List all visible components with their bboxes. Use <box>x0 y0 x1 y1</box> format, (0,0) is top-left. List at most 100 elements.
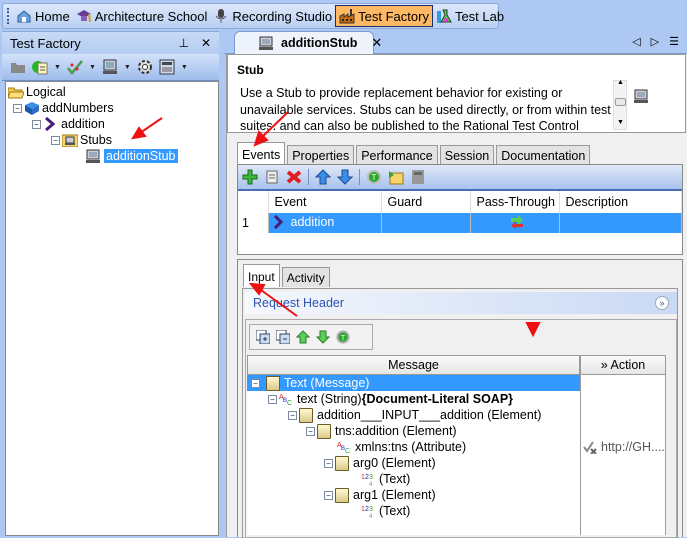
request-header-section[interactable]: Request Header » <box>245 292 677 314</box>
tab-session[interactable]: Session <box>439 145 495 165</box>
editor-tab-additionstub[interactable]: additionStub ✕ <box>234 31 382 54</box>
new-document-icon[interactable] <box>32 59 48 75</box>
dropdown-arrow-icon[interactable]: ▼ <box>181 64 188 71</box>
table-row[interactable]: 1 addition <box>238 213 682 233</box>
scroll-thumb[interactable] <box>615 98 626 106</box>
column-description[interactable]: Description <box>559 191 682 213</box>
message-node[interactable]: − arg1 (Element) <box>324 487 436 503</box>
svg-text:T: T <box>341 335 346 342</box>
perspective-architecture-school-button[interactable]: Architecture School <box>73 5 211 27</box>
expand-all-icon[interactable] <box>255 329 271 345</box>
tree-node-stubs[interactable]: − Stubs <box>51 132 112 148</box>
tree-node-logical[interactable]: Logical <box>7 84 66 100</box>
tab-performance[interactable]: Performance <box>356 145 438 165</box>
next-tab-icon[interactable]: ▷ <box>651 35 659 48</box>
expand-section-icon[interactable]: » <box>655 296 669 310</box>
tab-events[interactable]: Events <box>237 142 286 165</box>
column-message[interactable]: Message <box>247 355 580 375</box>
move-down-icon[interactable] <box>336 169 354 185</box>
collapse-toggle[interactable]: − <box>306 426 315 436</box>
tab-documentation[interactable]: Documentation <box>496 145 591 165</box>
collapse-toggle[interactable]: − <box>324 490 333 500</box>
add-icon[interactable] <box>242 169 258 185</box>
event-detail-tabs: Input Activity <box>243 264 332 287</box>
message-node[interactable]: − ABC text (String) {Document-Literal SO… <box>268 391 513 407</box>
scroll-up-icon[interactable]: ▲ <box>617 79 624 86</box>
collapse-toggle[interactable]: − <box>268 394 277 404</box>
close-icon[interactable]: ✕ <box>201 36 211 50</box>
close-tab-icon[interactable]: ✕ <box>371 35 382 51</box>
calculator-icon[interactable] <box>159 59 175 75</box>
collapse-toggle[interactable]: − <box>51 135 60 145</box>
move-up-icon[interactable] <box>295 330 311 344</box>
collapse-all-icon[interactable] <box>275 329 291 345</box>
pass-through-icon <box>510 214 523 229</box>
svg-text:T: T <box>372 173 377 182</box>
tree-node-addition[interactable]: − addition <box>32 116 105 132</box>
tree-node-addnumbers[interactable]: − addNumbers <box>13 100 114 116</box>
request-header-label: Request Header <box>253 296 345 310</box>
description-scrollbar[interactable]: ▲ ▼ <box>613 79 627 130</box>
test-icon[interactable]: T <box>336 330 350 344</box>
tab-properties[interactable]: Properties <box>287 145 355 165</box>
gear-icon[interactable] <box>137 59 153 75</box>
collapse-toggle[interactable]: − <box>13 103 22 113</box>
perspective-bar: Home Architecture School Recording Studi… <box>0 0 687 31</box>
pass-through-cell[interactable] <box>470 213 560 233</box>
move-up-icon[interactable] <box>314 169 332 185</box>
number-1234-icon: 1234 <box>361 504 375 520</box>
dropdown-arrow-icon[interactable]: ▼ <box>124 64 131 71</box>
computer-icon[interactable] <box>102 59 118 75</box>
tab-input[interactable]: Input <box>243 264 280 287</box>
test-icon[interactable]: T <box>366 169 382 185</box>
previous-tab-icon[interactable]: ◁ <box>632 35 640 48</box>
message-node[interactable]: − tns:addition (Element) <box>306 423 457 439</box>
checkmark-disabled-icon <box>583 440 597 455</box>
message-editor: T Message » Action − Text (Message) − AB… <box>245 319 677 538</box>
dropdown-arrow-icon[interactable]: ▼ <box>54 64 61 71</box>
svg-text:4: 4 <box>369 514 373 519</box>
toolbar-separator <box>308 169 309 185</box>
perspective-test-lab-button[interactable]: Test Lab <box>433 5 507 27</box>
message-node[interactable]: ABC xmlns:tns (Attribute) <box>337 439 466 455</box>
collapse-toggle[interactable]: − <box>324 458 333 468</box>
tree-node-additionstub[interactable]: additionStub <box>86 148 178 164</box>
copy-icon[interactable] <box>264 169 280 185</box>
perspective-recording-studio-button[interactable]: Recording Studio <box>210 5 335 27</box>
checkmark-icon[interactable] <box>66 59 83 75</box>
column-guard[interactable]: Guard <box>381 191 471 213</box>
column-action[interactable]: » Action <box>580 355 666 375</box>
perspective-home-button[interactable]: Home <box>13 5 73 27</box>
message-node[interactable]: 1234 (Text) <box>361 503 410 520</box>
document-icon <box>335 455 349 471</box>
message-node-root[interactable]: − Text (Message) <box>247 375 580 391</box>
collapse-toggle[interactable]: − <box>251 378 260 388</box>
description-cell[interactable] <box>559 213 682 233</box>
guard-cell[interactable] <box>381 213 471 233</box>
folder-icon[interactable] <box>10 59 26 75</box>
action-cell[interactable]: http://GH.... <box>583 439 665 455</box>
message-node[interactable]: − addition___INPUT___addition (Element) <box>288 407 541 423</box>
pin-icon[interactable]: ⊥ <box>178 36 188 50</box>
column-pass-through[interactable]: Pass-Through <box>470 191 560 213</box>
dropdown-arrow-icon[interactable]: ▼ <box>89 64 96 71</box>
collapse-toggle[interactable]: − <box>288 410 297 420</box>
message-node[interactable]: − arg0 (Element) <box>324 455 436 471</box>
move-down-icon[interactable] <box>315 330 331 344</box>
event-cell[interactable]: addition <box>268 213 382 233</box>
delete-icon[interactable] <box>286 169 302 185</box>
string-abc-icon: ABC <box>337 440 351 455</box>
events-toolbar: T <box>238 165 682 191</box>
message-node[interactable]: 1234 (Text) <box>361 471 410 488</box>
tab-list-icon[interactable]: ☰ <box>669 35 679 48</box>
folder-import-icon[interactable] <box>388 169 404 185</box>
events-table-header: Event Guard Pass-Through Description <box>238 191 682 213</box>
collapse-toggle[interactable]: − <box>32 119 41 129</box>
tab-activity[interactable]: Activity <box>281 267 330 287</box>
document-icon <box>335 487 349 503</box>
column-event[interactable]: Event <box>268 191 382 213</box>
scroll-down-icon[interactable]: ▼ <box>617 119 624 126</box>
toolbar-grip[interactable] <box>7 8 9 24</box>
calculator-icon[interactable] <box>410 169 426 185</box>
perspective-test-factory-button[interactable]: Test Factory <box>335 5 433 27</box>
